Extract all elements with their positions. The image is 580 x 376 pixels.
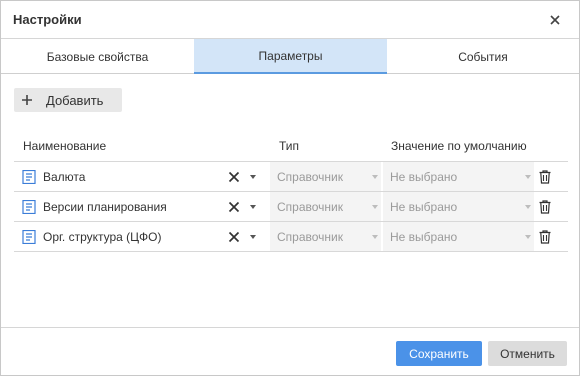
default-value-select[interactable]: Не выбрано [383, 162, 534, 192]
close-button[interactable] [545, 10, 565, 30]
plus-icon [14, 94, 40, 106]
tab-bar: Базовые свойства Параметры События [1, 39, 579, 74]
default-value: Не выбрано [390, 230, 458, 244]
chevron-down-icon [372, 235, 378, 239]
tab-events[interactable]: События [387, 39, 579, 74]
trash-icon[interactable] [539, 170, 551, 184]
row-name: Орг. структура (ЦФО) [43, 230, 162, 244]
default-value-select[interactable]: Не выбрано [383, 222, 534, 252]
chevron-down-icon [372, 175, 378, 179]
chevron-down-icon [525, 175, 531, 179]
add-button[interactable]: Добавить [14, 88, 122, 112]
chevron-down-icon [525, 235, 531, 239]
row-name: Валюта [43, 170, 86, 184]
document-icon [22, 230, 36, 244]
table-row: Версии планирования Справочник Не выбран… [14, 192, 568, 222]
clear-icon[interactable] [228, 171, 240, 183]
column-header-default: Значение по умолчанию [391, 139, 527, 153]
chevron-down-icon [372, 205, 378, 209]
save-button[interactable]: Сохранить [396, 341, 482, 366]
clear-icon[interactable] [228, 201, 240, 213]
tab-base-properties[interactable]: Базовые свойства [1, 39, 194, 74]
clear-icon[interactable] [228, 231, 240, 243]
add-button-label: Добавить [46, 92, 104, 108]
table-row: Орг. структура (ЦФО) Справочник Не выбра… [14, 222, 568, 252]
default-value: Не выбрано [390, 200, 458, 214]
document-icon [22, 200, 36, 214]
close-icon [550, 15, 560, 25]
row-name: Версии планирования [43, 200, 167, 214]
chevron-down-icon [525, 205, 531, 209]
dialog-title: Настройки [13, 12, 82, 27]
chevron-down-icon[interactable] [250, 205, 256, 209]
row-divider [14, 251, 568, 252]
dialog-footer: Сохранить Отменить [1, 327, 579, 375]
document-icon [22, 170, 36, 184]
type-value: Справочник [277, 170, 343, 184]
dialog-header: Настройки [1, 1, 579, 39]
settings-dialog: Настройки Базовые свойства Параметры Соб… [0, 0, 580, 376]
type-value: Справочник [277, 230, 343, 244]
type-select[interactable]: Справочник [270, 162, 381, 192]
trash-icon[interactable] [539, 230, 551, 244]
default-value-select[interactable]: Не выбрано [383, 192, 534, 222]
column-header-type: Тип [279, 139, 300, 153]
chevron-down-icon[interactable] [250, 235, 256, 239]
type-select[interactable]: Справочник [270, 192, 381, 222]
default-value: Не выбрано [390, 170, 458, 184]
type-value: Справочник [277, 200, 343, 214]
column-header-name: Наименование [23, 139, 107, 153]
type-select[interactable]: Справочник [270, 222, 381, 252]
cancel-button[interactable]: Отменить [488, 341, 567, 366]
trash-icon[interactable] [539, 200, 551, 214]
chevron-down-icon[interactable] [250, 175, 256, 179]
tab-parameters[interactable]: Параметры [194, 39, 387, 74]
table-row: Валюта Справочник Не выбрано [14, 162, 568, 192]
